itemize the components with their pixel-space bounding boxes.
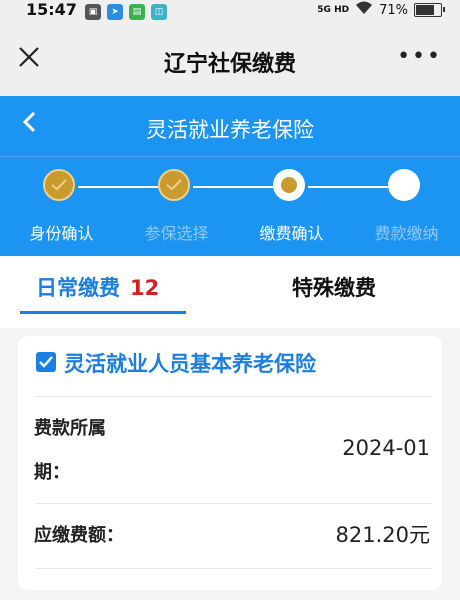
gallery-icon: ▣ — [85, 4, 101, 20]
tab-special-payment[interactable]: 特殊缴费 — [292, 272, 376, 302]
insurance-title: 灵活就业人员基本养老保险 — [64, 352, 316, 376]
tab-count-badge: 12 — [130, 276, 160, 300]
status-time: 15:47 — [26, 0, 77, 19]
progress-steps: 身份确认 参保选择 缴费确认 费款缴纳 — [0, 156, 460, 256]
period-label: 费款所属 — [34, 418, 106, 439]
tab-label: 日常缴费 — [36, 276, 120, 300]
insurance-card: 灵活就业人员基本养老保险 费款所属 期： 2024-01 应缴费额： 821.2… — [18, 336, 442, 590]
step-confirm: 缴费确认 — [234, 156, 349, 256]
notification-icons: ▣ ➤ ▤ ◫ — [85, 4, 167, 20]
active-step-icon — [273, 169, 305, 201]
check-icon — [158, 169, 190, 201]
network-label: 5G HD — [317, 5, 350, 15]
wifi-icon — [355, 1, 373, 19]
tab-daily-payment[interactable]: 日常缴费 12 — [36, 272, 159, 302]
page-header: 灵活就业养老保险 身份确认 参保选择 缴费确认 费款缴纳 — [0, 96, 460, 256]
app-title: 辽宁社保缴费 — [163, 52, 296, 77]
step-label: 参保选择 — [144, 224, 209, 243]
divider — [36, 503, 432, 504]
step-label: 身份确认 — [29, 224, 94, 243]
more-menu-icon[interactable]: ••• — [397, 44, 442, 69]
battery-percent: 71% — [379, 2, 408, 18]
divider — [36, 396, 432, 397]
item-checkbox[interactable] — [36, 352, 56, 372]
page-title: 灵活就业养老保险 — [146, 118, 314, 142]
step-plan: 参保选择 — [119, 156, 234, 256]
pending-step-icon — [388, 169, 420, 201]
status-bar: 15:47 ▣ ➤ ▤ ◫ 5G HD 71% — [0, 0, 460, 26]
divider — [36, 568, 432, 569]
step-label: 缴费确认 — [259, 224, 324, 243]
amount-label: 应缴费额： — [34, 525, 124, 546]
status-right: 5G HD 71% — [317, 1, 445, 19]
amount-value: 821.20元 — [335, 523, 430, 547]
step-label: 费款缴纳 — [374, 224, 439, 243]
active-tab-indicator — [20, 311, 186, 314]
send-icon: ➤ — [107, 4, 123, 20]
battery-icon — [414, 3, 445, 17]
step-identity: 身份确认 — [4, 156, 119, 256]
period-label-cont: 期： — [34, 462, 70, 483]
step-pay: 费款缴纳 — [349, 156, 460, 256]
period-value: 2024-01 — [342, 436, 430, 460]
check-icon — [43, 169, 75, 201]
app-icon: ▤ — [129, 4, 145, 20]
app2-icon: ◫ — [151, 4, 167, 20]
app-header: 辽宁社保缴费 ••• — [0, 26, 460, 96]
payment-tabs: 日常缴费 12 特殊缴费 — [0, 256, 460, 328]
